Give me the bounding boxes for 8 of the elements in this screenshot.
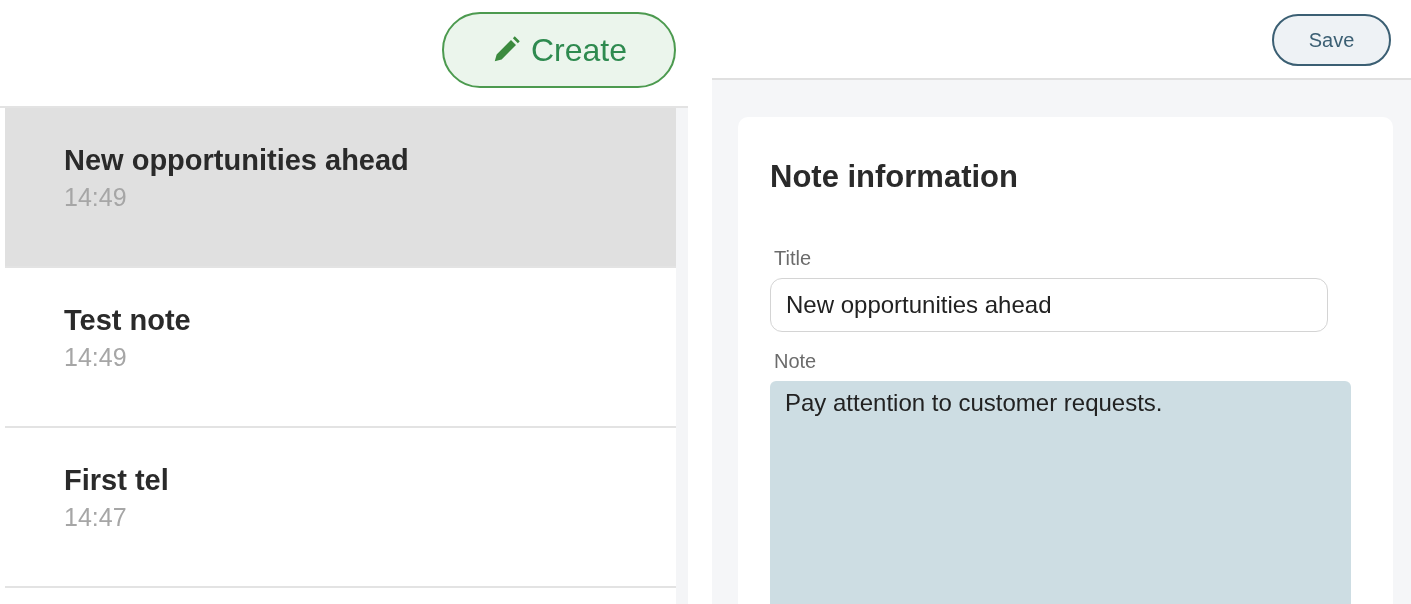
section-heading: Note information — [770, 159, 1019, 195]
create-button[interactable]: Create — [442, 12, 676, 88]
note-list-item[interactable]: New opportunities ahead 14:49 — [5, 108, 676, 268]
note-field[interactable]: Pay attention to customer requests. — [770, 381, 1351, 604]
save-button[interactable]: Save — [1272, 14, 1391, 66]
title-field[interactable]: New opportunities ahead — [770, 278, 1328, 332]
field-label: Title — [774, 247, 813, 270]
field-label: Note — [774, 350, 818, 373]
